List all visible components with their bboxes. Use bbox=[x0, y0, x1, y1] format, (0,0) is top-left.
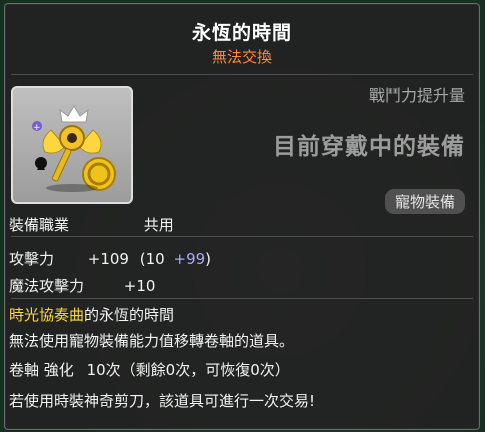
upgrade-row: 卷軸 強化 10次（剩餘0次，可恢復0次） bbox=[9, 359, 290, 380]
equipped-status: 目前穿戴中的裝備 bbox=[273, 134, 465, 160]
divider bbox=[11, 236, 473, 237]
set-item: 的永恆的時間 bbox=[84, 306, 175, 324]
attack-base: (10 bbox=[139, 250, 165, 268]
divider bbox=[11, 74, 473, 75]
job-value: 共用 bbox=[143, 216, 174, 234]
combat-power-label: 戰鬥力提升量 bbox=[368, 86, 465, 105]
trade-note: 若使用時裝神奇剪刀，該道具可進行一次交易! bbox=[9, 392, 316, 410]
attack-total: +109 bbox=[87, 250, 129, 268]
job-label: 裝備職業 bbox=[9, 216, 70, 234]
item-icon-frame: + bbox=[11, 86, 133, 204]
set-row: 時光協奏曲的永恆的時間 bbox=[9, 304, 174, 325]
golden-key-wing-icon: + bbox=[32, 105, 116, 192]
attack-bonus: +99 bbox=[173, 250, 206, 268]
svg-text:+: + bbox=[33, 123, 41, 133]
category-badge: 寵物裝備 bbox=[384, 189, 465, 214]
job-row: 裝備職業 共用 bbox=[9, 214, 174, 235]
upgrade-label: 卷軸 強化 bbox=[9, 361, 74, 379]
set-name: 時光協奏曲 bbox=[9, 306, 85, 324]
magic-label: 魔法攻擊力 bbox=[9, 277, 85, 295]
attack-close: ) bbox=[205, 250, 212, 268]
trade-restriction: 無法交換 bbox=[211, 48, 272, 66]
upgrade-value: 10次（剩餘0次，可恢復0次） bbox=[86, 361, 290, 379]
attack-row: 攻擊力 +109 (10 +99) bbox=[9, 248, 211, 269]
divider bbox=[11, 298, 473, 299]
magic-value: +10 bbox=[123, 277, 156, 295]
description-row: 無法使用寵物裝備能力值移轉卷軸的道具。 bbox=[9, 332, 295, 350]
item-name: 永恆的時間 bbox=[191, 22, 292, 44]
magic-row: 魔法攻擊力 +10 bbox=[9, 275, 155, 296]
item-tooltip: 永恆的時間 無法交換 + 戰鬥力提升量 目前穿戴中的裝備 寵物裝備 裝備職業 共… bbox=[4, 3, 480, 430]
attack-label: 攻擊力 bbox=[9, 250, 55, 268]
